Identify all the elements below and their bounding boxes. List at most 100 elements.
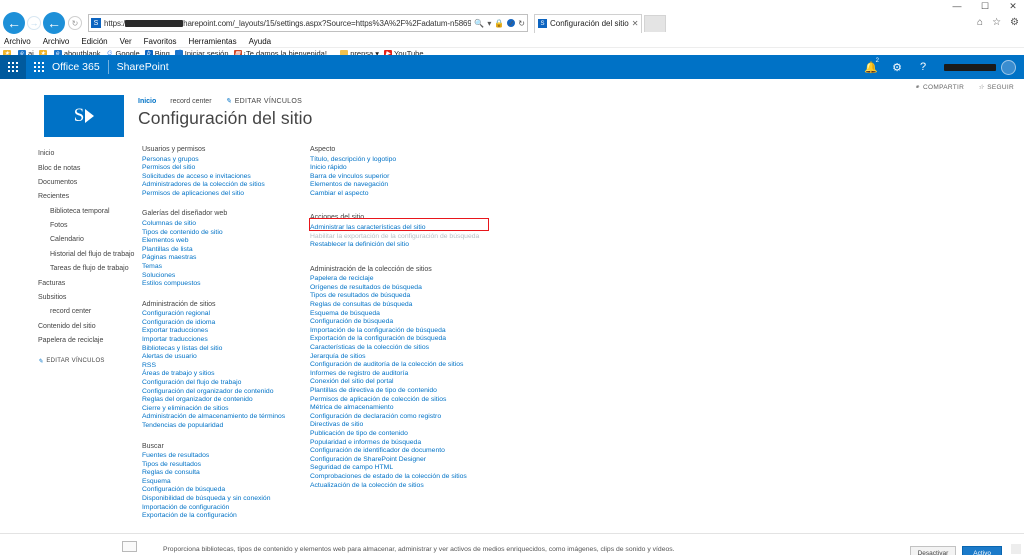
chevron-down-icon[interactable]: ▾ xyxy=(487,19,491,28)
link-estilos-compuestos[interactable]: Estilos compuestos xyxy=(142,280,307,289)
link-plantillas-de-lista[interactable]: Plantillas de lista xyxy=(142,246,307,255)
link-administracion-almacenamiento-terminos[interactable]: Administración de almacenamiento de térm… xyxy=(142,413,307,422)
deactivate-button[interactable]: Desactivar xyxy=(909,546,957,555)
link-tipos-resultados-busqueda[interactable]: Tipos de resultados de búsqueda xyxy=(310,292,510,301)
link-configuracion-de-idioma[interactable]: Configuración de idioma xyxy=(142,319,307,328)
link-importacion-configuracion-busqueda[interactable]: Importación de la configuración de búsqu… xyxy=(310,327,510,336)
menu-archivo[interactable]: Archivo xyxy=(4,37,31,46)
sidebar-item-papelera-de-reciclaje[interactable]: Papelera de reciclaje xyxy=(30,334,136,348)
sidebar-item-bloc-de-notas[interactable]: Bloc de notas xyxy=(30,161,136,175)
reload-icon[interactable]: ↻ xyxy=(518,19,525,28)
office365-label[interactable]: Office 365 xyxy=(52,61,100,73)
breadcrumb-inicio[interactable]: Inicio xyxy=(138,98,156,105)
link-conexion-sitio-del-portal[interactable]: Conexión del sitio del portal xyxy=(310,378,510,387)
link-paginas-maestras[interactable]: Páginas maestras xyxy=(142,254,307,263)
link-origenes-resultados-busqueda[interactable]: Orígenes de resultados de búsqueda xyxy=(310,284,510,293)
link-permisos-del-sitio[interactable]: Permisos del sitio xyxy=(142,164,307,173)
link-bibliotecas-y-listas[interactable]: Bibliotecas y listas del sitio xyxy=(142,345,307,354)
link-publicacion-tipo-contenido[interactable]: Publicación de tipo de contenido xyxy=(310,430,510,439)
sidebar-item-tareas-flujo-trabajo[interactable]: Tareas de flujo de trabajo xyxy=(30,262,136,276)
link-permisos-aplicacion-coleccion-sitios[interactable]: Permisos de aplicación de colección de s… xyxy=(310,396,510,405)
link-solicitudes-de-acceso[interactable]: Solicitudes de acceso e invitaciones xyxy=(142,173,307,182)
link-configuracion-organizador-contenido[interactable]: Configuración del organizador de conteni… xyxy=(142,388,307,397)
link-importacion-de-configuracion[interactable]: Importación de configuración xyxy=(142,504,307,513)
link-cierre-y-eliminacion-de-sitios[interactable]: Cierre y eliminación de sitios xyxy=(142,405,307,414)
sidebar-item-biblioteca-temporal[interactable]: Biblioteca temporal xyxy=(30,205,136,219)
new-tab-button[interactable] xyxy=(644,14,667,32)
back-button[interactable]: ← xyxy=(3,12,25,34)
menu-herramientas[interactable]: Herramientas xyxy=(189,37,237,46)
link-soluciones[interactable]: Soluciones xyxy=(142,272,307,281)
link-configuracion-flujo-trabajo[interactable]: Configuración del flujo de trabajo xyxy=(142,379,307,388)
back-button-secondary[interactable]: ← xyxy=(43,12,65,34)
link-papelera-de-reciclaje[interactable]: Papelera de reciclaje xyxy=(310,275,510,284)
link-configuracion-declaracion-como-registro[interactable]: Configuración de declaración como regist… xyxy=(310,413,510,422)
link-habilitar-exportacion-configuracion-busqueda[interactable]: Habilitar la exportación de la configura… xyxy=(310,233,510,242)
gear-icon[interactable]: ⚙ xyxy=(1010,17,1019,28)
link-configuracion-de-busqueda[interactable]: Configuración de búsqueda xyxy=(142,486,307,495)
menu-edicion[interactable]: Edición xyxy=(81,37,107,46)
menu-ayuda[interactable]: Ayuda xyxy=(249,37,272,46)
sidebar-item-calendario[interactable]: Calendario xyxy=(30,233,136,247)
link-personas-y-grupos[interactable]: Personas y grupos xyxy=(142,156,307,165)
search-icon[interactable]: 🔍 xyxy=(474,19,484,28)
address-bar[interactable]: S https:/ harepoint.com/_layouts/15/setti… xyxy=(88,14,528,32)
link-plantillas-directiva-tipo-contenido[interactable]: Plantillas de directiva de tipo de conte… xyxy=(310,387,510,396)
link-restablecer-definicion-del-sitio[interactable]: Restablecer la definición del sitio xyxy=(310,241,510,250)
link-configuracion-de-busqueda-coleccion[interactable]: Configuración de búsqueda xyxy=(310,318,510,327)
link-reglas-de-consulta[interactable]: Reglas de consulta xyxy=(142,469,307,478)
link-tendencias-de-popularidad[interactable]: Tendencias de popularidad xyxy=(142,422,307,431)
link-reglas-organizador-contenido[interactable]: Reglas del organizador de contenido xyxy=(142,396,307,405)
menu-ver[interactable]: Ver xyxy=(120,37,132,46)
shield-icon[interactable]: ✓ xyxy=(507,19,516,28)
tab-close-icon[interactable]: ✕ xyxy=(632,19,639,28)
sidebar-edit-links[interactable]: ✎ EDITAR VÍNCULOS xyxy=(30,348,136,365)
link-administradores-coleccion-sitios[interactable]: Administradores de la colección de sitio… xyxy=(142,181,307,190)
link-actualizacion-coleccion-sitios[interactable]: Actualización de la colección de sitios xyxy=(310,482,510,491)
refresh-icon[interactable]: ↻ xyxy=(68,16,82,30)
link-exportar-traducciones[interactable]: Exportar traducciones xyxy=(142,327,307,336)
link-configuracion-auditoria-coleccion-sitios[interactable]: Configuración de auditoría de la colecci… xyxy=(310,361,510,370)
sidebar-item-subsitios[interactable]: Subsitios xyxy=(30,291,136,305)
link-cambiar-el-aspecto[interactable]: Cambiar el aspecto xyxy=(310,190,510,199)
link-jerarquia-de-sitios[interactable]: Jerarquía de sitios xyxy=(310,353,510,362)
link-caracteristicas-coleccion-sitios[interactable]: Características de la colección de sitio… xyxy=(310,344,510,353)
menu-archivo-2[interactable]: Archivo xyxy=(43,37,70,46)
settings-button[interactable]: ⚙ xyxy=(884,55,910,79)
follow-button[interactable]: ☆ SEGUIR xyxy=(978,83,1014,92)
sidebar-item-fotos[interactable]: Fotos xyxy=(30,219,136,233)
link-directivas-de-sitio[interactable]: Directivas de sitio xyxy=(310,421,510,430)
home-icon[interactable]: ⌂ xyxy=(977,17,983,28)
favorites-star-icon[interactable]: ☆ xyxy=(992,17,1001,28)
sidebar-item-recientes[interactable]: Recientes xyxy=(30,190,136,204)
sharepoint-label[interactable]: SharePoint xyxy=(117,61,169,73)
link-titulo-descripcion-logotipo[interactable]: Título, descripción y logotipo xyxy=(310,156,510,165)
link-metrica-de-almacenamiento[interactable]: Métrica de almacenamiento xyxy=(310,404,510,413)
notifications-button[interactable]: 🔔 2 xyxy=(858,55,884,79)
link-esquema-de-busqueda[interactable]: Esquema de búsqueda xyxy=(310,310,510,319)
link-exportacion-de-la-configuracion[interactable]: Exportación de la configuración xyxy=(142,512,307,521)
scrollbar-corner[interactable] xyxy=(1011,544,1021,554)
link-alertas-de-usuario[interactable]: Alertas de usuario xyxy=(142,353,307,362)
link-permisos-aplicaciones-sitio[interactable]: Permisos de aplicaciones del sitio xyxy=(142,190,307,199)
link-configuracion-sharepoint-designer[interactable]: Configuración de SharePoint Designer xyxy=(310,456,510,465)
edit-links-button[interactable]: ✎ EDITAR VÍNCULOS xyxy=(226,97,303,106)
app-launcher-secondary[interactable] xyxy=(26,55,52,79)
sidebar-item-facturas[interactable]: Facturas xyxy=(30,276,136,290)
link-barra-de-vinculos-superior[interactable]: Barra de vínculos superior xyxy=(310,173,510,182)
link-temas[interactable]: Temas xyxy=(142,263,307,272)
sidebar-item-documentos[interactable]: Documentos xyxy=(30,176,136,190)
link-columnas-de-sitio[interactable]: Columnas de sitio xyxy=(142,220,307,229)
link-informes-registro-auditoria[interactable]: Informes de registro de auditoría xyxy=(310,370,510,379)
breadcrumb-record-center[interactable]: record center xyxy=(170,98,211,105)
link-areas-de-trabajo-y-sitios[interactable]: Áreas de trabajo y sitios xyxy=(142,370,307,379)
link-disponibilidad-busqueda-sin-conexion[interactable]: Disponibilidad de búsqueda y sin conexió… xyxy=(142,495,307,504)
app-launcher-button[interactable] xyxy=(0,55,26,79)
link-popularidad-informes-busqueda[interactable]: Popularidad e informes de búsqueda xyxy=(310,439,510,448)
link-seguridad-campo-html[interactable]: Seguridad de campo HTML xyxy=(310,464,510,473)
browser-tab[interactable]: S Configuración del sitio ✕ xyxy=(534,13,643,33)
link-exportacion-configuracion-busqueda[interactable]: Exportación de la configuración de búsqu… xyxy=(310,335,510,344)
link-configuracion-identificador-documento[interactable]: Configuración de identificador de docume… xyxy=(310,447,510,456)
share-button[interactable]: ⚭ COMPARTIR xyxy=(914,83,964,92)
sidebar-item-inicio[interactable]: Inicio xyxy=(30,147,136,161)
